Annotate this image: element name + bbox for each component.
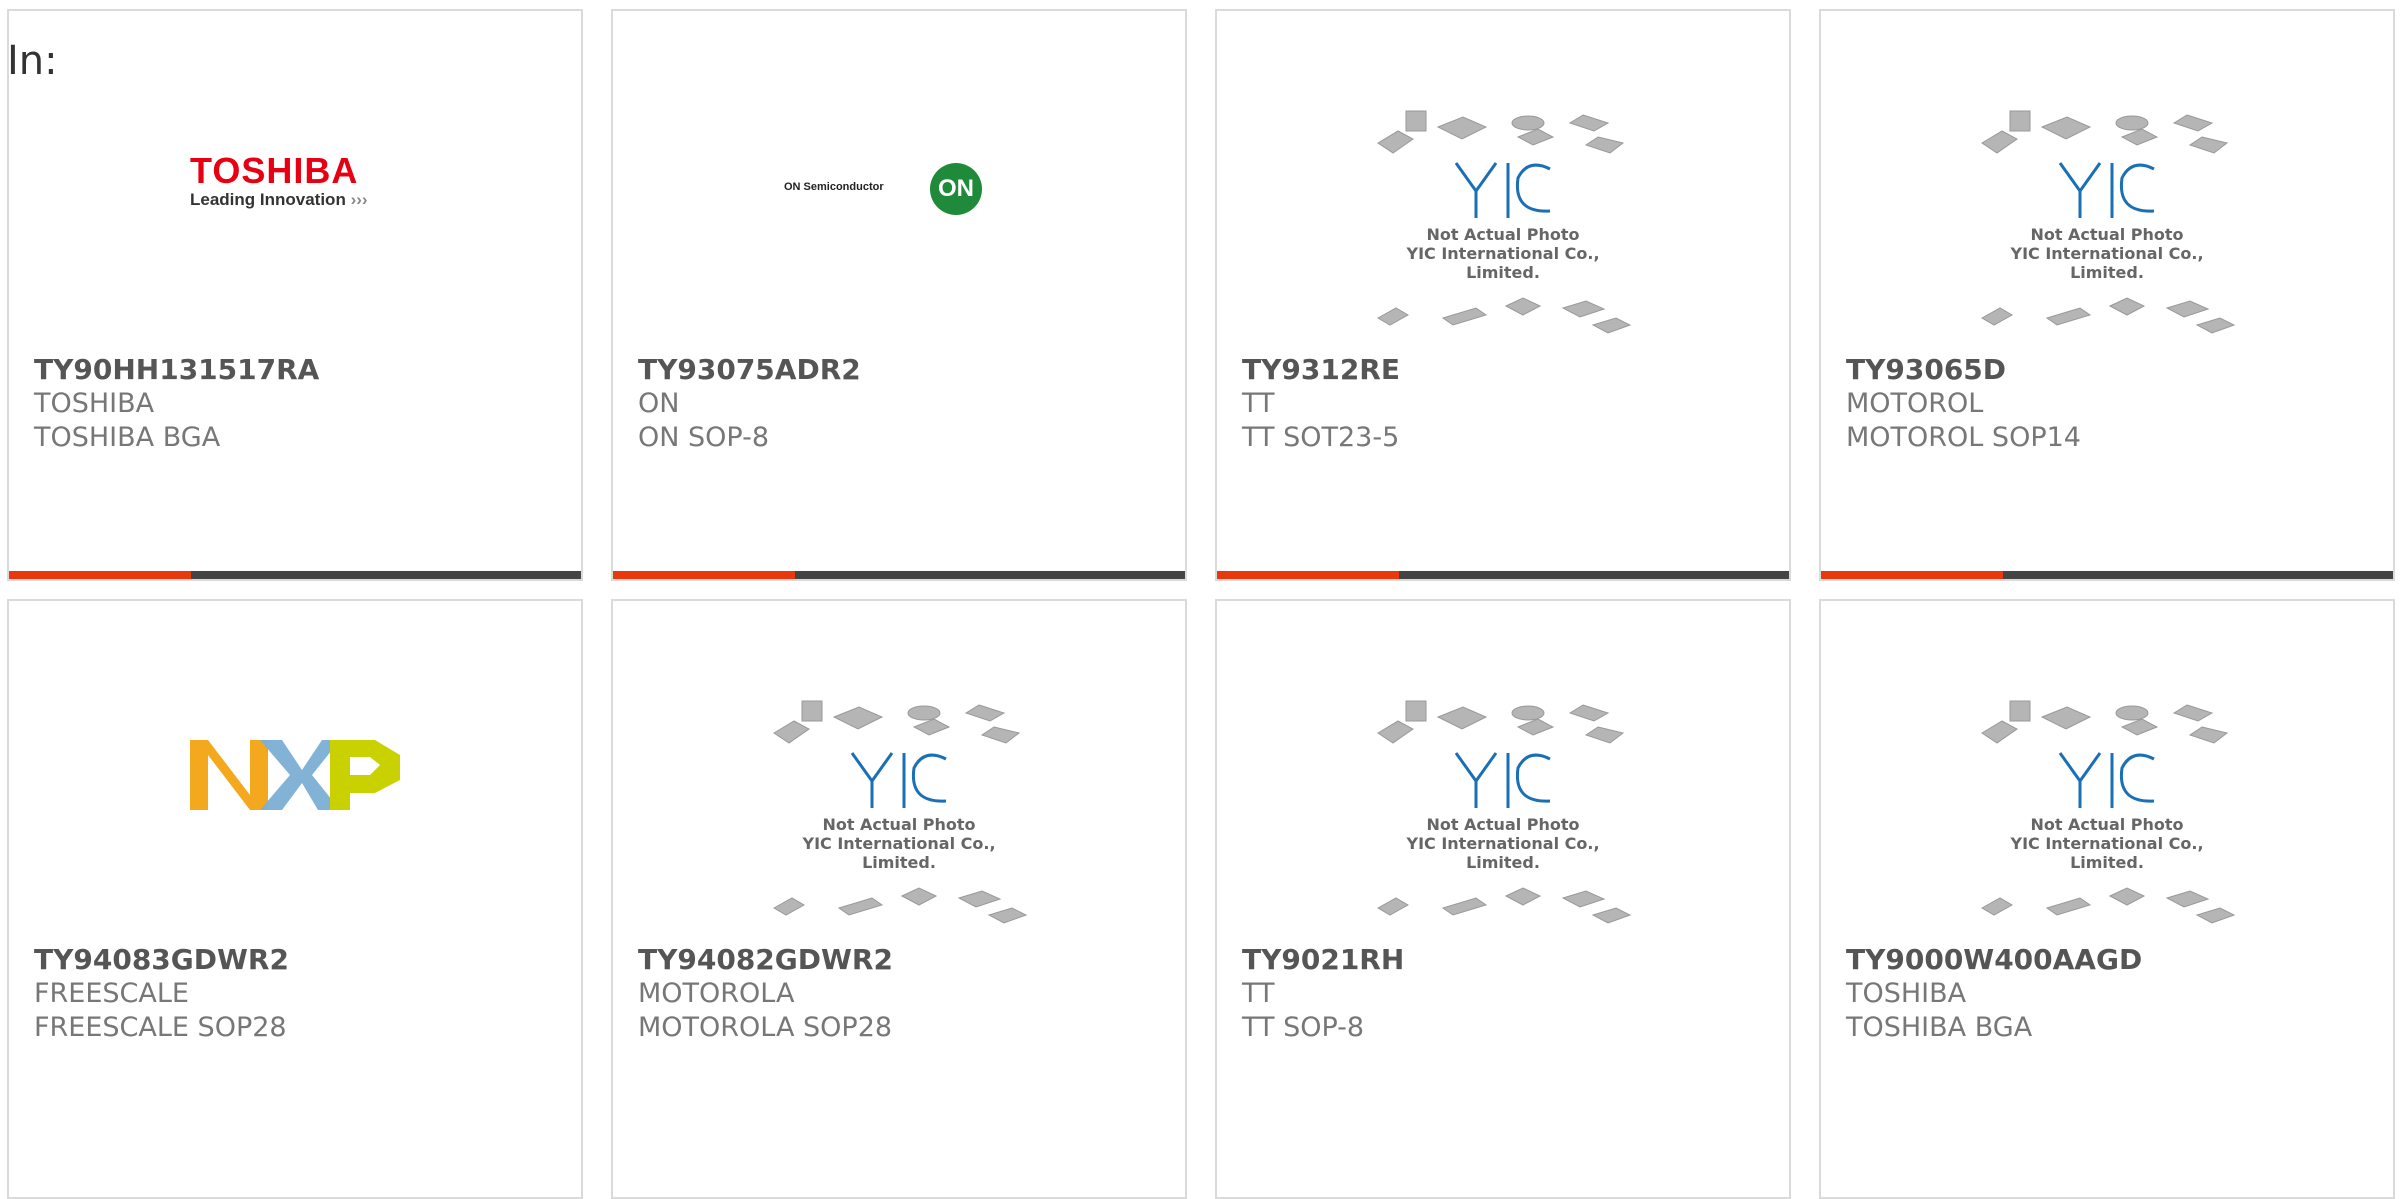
package: FREESCALE SOP28 xyxy=(34,1012,287,1043)
product-card[interactable]: ON Semiconductor ON TY93075ADR2 ON ON SO… xyxy=(611,9,1187,581)
product-card[interactable]: Not Actual Photo YIC International Co., … xyxy=(1819,599,2395,1199)
card-bottom-bar xyxy=(1217,571,1789,579)
not-actual-photo-placeholder: Not Actual Photo YIC International Co., … xyxy=(764,693,1034,943)
part-number[interactable]: TY94083GDWR2 xyxy=(34,943,289,977)
product-image[interactable]: Not Actual Photo YIC International Co., … xyxy=(613,601,1185,941)
product-image[interactable]: Not Actual Photo YIC International Co., … xyxy=(1217,11,1789,351)
not-actual-photo-placeholder: Not Actual Photo YIC International Co., … xyxy=(1972,103,2242,353)
manufacturer: ON xyxy=(638,388,680,419)
nxp-logo-icon xyxy=(190,740,400,810)
card-bottom-bar xyxy=(1821,571,2393,579)
package: TT SOT23-5 xyxy=(1242,422,1400,453)
not-actual-photo-placeholder: Not Actual Photo YIC International Co., … xyxy=(1368,693,1638,943)
manufacturer: MOTOROL xyxy=(1846,388,1984,419)
product-card[interactable]: Not Actual Photo YIC International Co., … xyxy=(1215,599,1791,1199)
product-card[interactable]: TY94083GDWR2 FREESCALE FREESCALE SOP28 xyxy=(7,599,583,1199)
product-image[interactable] xyxy=(9,601,581,941)
product-card[interactable]: Not Actual Photo YIC International Co., … xyxy=(611,599,1187,1199)
card-bottom-bar xyxy=(9,571,581,579)
package: TOSHIBA BGA xyxy=(1846,1012,2033,1043)
package: TT SOP-8 xyxy=(1242,1012,1365,1043)
part-number[interactable]: TY9000W400AAGD xyxy=(1846,943,2142,977)
toshiba-logo: TOSHIBA Leading Innovation ››› xyxy=(190,150,368,210)
product-image[interactable]: Not Actual Photo YIC International Co., … xyxy=(1821,601,2393,941)
manufacturer: FREESCALE xyxy=(34,978,189,1009)
on-semiconductor-logo: ON Semiconductor ON xyxy=(784,157,1014,217)
filter-label: In: xyxy=(7,38,58,84)
package: ON SOP-8 xyxy=(638,422,770,453)
on-badge-icon: ON xyxy=(930,163,982,215)
part-number[interactable]: TY93065D xyxy=(1846,353,2081,387)
part-number[interactable]: TY94082GDWR2 xyxy=(638,943,893,977)
manufacturer: TOSHIBA xyxy=(34,388,155,419)
product-image[interactable]: ON Semiconductor ON xyxy=(613,11,1185,351)
package: TOSHIBA BGA xyxy=(34,422,221,453)
part-number[interactable]: TY90HH131517RA xyxy=(34,353,319,387)
product-image[interactable]: TOSHIBA Leading Innovation ››› xyxy=(9,11,581,351)
package: MOTOROLA SOP28 xyxy=(638,1012,893,1043)
product-image[interactable]: Not Actual Photo YIC International Co., … xyxy=(1217,601,1789,941)
manufacturer: TT xyxy=(1242,978,1275,1009)
product-card[interactable]: TOSHIBA Leading Innovation ››› TY90HH131… xyxy=(7,9,583,581)
manufacturer: TOSHIBA xyxy=(1846,978,1967,1009)
nxp-logo xyxy=(190,735,400,815)
not-actual-photo-placeholder: Not Actual Photo YIC International Co., … xyxy=(1368,103,1638,353)
product-image[interactable]: Not Actual Photo YIC International Co., … xyxy=(1821,11,2393,351)
card-bottom-bar xyxy=(613,571,1185,579)
package: MOTOROL SOP14 xyxy=(1846,422,2081,453)
product-card[interactable]: Not Actual Photo YIC International Co., … xyxy=(1819,9,2395,581)
part-number[interactable]: TY9312RE xyxy=(1242,353,1400,387)
part-number[interactable]: TY93075ADR2 xyxy=(638,353,861,387)
manufacturer: MOTOROLA xyxy=(638,978,795,1009)
not-actual-photo-placeholder: Not Actual Photo YIC International Co., … xyxy=(1972,693,2242,943)
part-number[interactable]: TY9021RH xyxy=(1242,943,1404,977)
manufacturer: TT xyxy=(1242,388,1275,419)
product-card[interactable]: Not Actual Photo YIC International Co., … xyxy=(1215,9,1791,581)
